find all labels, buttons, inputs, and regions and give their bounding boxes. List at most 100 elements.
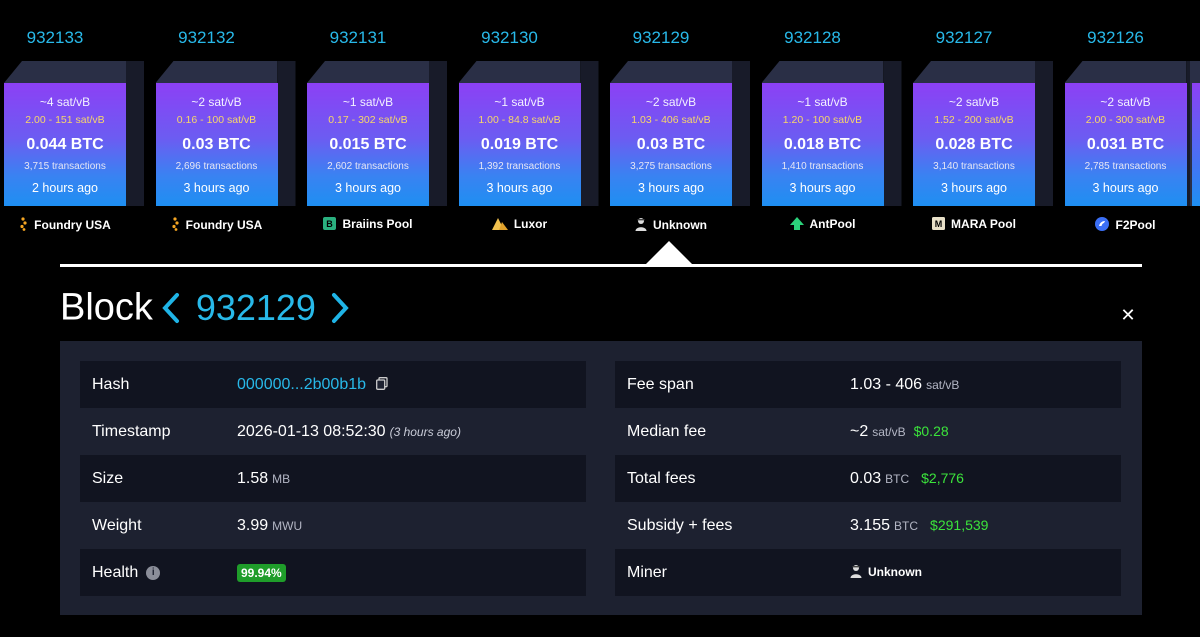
median-fee: ~2 sat/vB	[1100, 95, 1151, 109]
block-cube[interactable]: ~1 sat/vB 1.20 - 100 sat/vB 0.018 BTC 1,410…	[761, 83, 884, 206]
pool-link[interactable]: B Braiins Pool	[283, 217, 453, 233]
median-fee-usd: $0.28	[913, 423, 949, 439]
block-height-link[interactable]: 932127	[909, 28, 1019, 48]
time-ago: 3 hours ago	[183, 181, 250, 195]
total-fees-unit: BTC	[885, 472, 910, 486]
block-height-link[interactable]: 932130	[455, 28, 565, 48]
block-932128[interactable]: 932128 ~1 sat/vB 1.20 - 100 sat/vB 0.018 BT…	[758, 0, 902, 250]
total-fees-value-wrap: 0.03 BTC $2,776	[850, 455, 964, 503]
cube-top	[4, 61, 126, 83]
tx-count: 2,696 transactions	[175, 161, 258, 172]
total-fees-value: 0.03	[850, 470, 882, 487]
time-ago: 3 hours ago	[1092, 181, 1159, 195]
subsidy-value-wrap: 3.155 BTC $291,539	[850, 502, 988, 550]
median-fee-unit: sat/vB	[872, 425, 906, 439]
luxor-icon	[491, 218, 508, 233]
tx-count: 2,785 transactions	[1084, 161, 1167, 172]
next-block-edge-front	[1192, 83, 1200, 206]
cube-side	[1035, 61, 1053, 206]
total-fees: 0.015 BTC	[329, 136, 407, 153]
block-cube[interactable]: ~1 sat/vB 0.17 - 302 sat/vB 0.015 BTC 2,602…	[307, 83, 429, 206]
block-932127[interactable]: 932127 ~2 sat/vB 1.52 - 200 sat/vB 0.028 BT…	[909, 0, 1053, 250]
size-value: 1.58	[237, 470, 269, 487]
block-cube[interactable]: ~2 sat/vB 0.16 - 100 sat/vB 0.03 BTC 2,696 …	[155, 83, 278, 206]
block-932126[interactable]: 932126 ~2 sat/vB 2.00 - 300 sat/vB 0.031 BT…	[1061, 0, 1200, 250]
pool-link[interactable]: AntPool	[738, 217, 908, 233]
pool-name: F2Pool	[1115, 218, 1156, 232]
subsidy-usd: $291,539	[930, 517, 989, 533]
block-932132[interactable]: 932132 ~2 sat/vB 0.16 - 100 sat/vB 0.03 BTC…	[152, 0, 296, 250]
block-height-link[interactable]: 932129	[606, 28, 716, 48]
fee-span-unit: sat/vB	[926, 378, 960, 392]
block-cube[interactable]: ~1 sat/vB 1.00 - 84.8 sat/vB 0.019 BTC 1,39…	[458, 83, 581, 206]
pool-name: Braiins Pool	[342, 217, 413, 231]
weight-unit: MWU	[272, 519, 303, 533]
block-height-link[interactable]: 932131	[303, 28, 413, 48]
block-cube[interactable]: ~2 sat/vB 1.03 - 406 sat/vB 0.03 BTC 3,275 …	[610, 83, 732, 206]
pool-link[interactable]: Unknown	[586, 217, 756, 234]
hash-link[interactable]: 000000...2b00b1b	[237, 376, 366, 393]
pool-link[interactable]: Luxor	[435, 217, 605, 233]
subsidy-value: 3.155	[850, 517, 891, 534]
block-932129[interactable]: 932129 ~2 sat/vB 1.03 - 406 sat/vB 0.03 BTC…	[606, 0, 750, 250]
health-row: Health i 99.94%	[80, 549, 586, 596]
info-icon[interactable]: i	[146, 565, 161, 580]
weight-row: Weight 3.99 MWU	[80, 502, 586, 549]
total-fees-label: Total fees	[627, 470, 696, 487]
block-height-link[interactable]: 932128	[758, 28, 868, 48]
foundry-icon	[171, 217, 180, 234]
miner-row: Miner Unknown	[615, 549, 1121, 596]
block-height: 932129	[195, 287, 316, 328]
unknown-miner-icon	[850, 565, 862, 578]
pool-name: Luxor	[513, 217, 548, 231]
total-fees-usd: $2,776	[921, 470, 964, 486]
cube-top	[913, 61, 1035, 83]
miner-link[interactable]: Unknown	[868, 565, 922, 579]
block-cube[interactable]: ~2 sat/vB 1.52 - 200 sat/vB 0.028 BTC 3,140…	[913, 83, 1035, 206]
total-fees: 0.018 BTC	[783, 136, 862, 153]
cube-side	[732, 61, 750, 206]
total-fees-row: Total fees 0.03 BTC $2,776	[615, 455, 1121, 502]
tx-count: 3,140 transactions	[933, 161, 1015, 172]
close-button[interactable]: ✕	[1118, 305, 1138, 325]
health-label: Health	[92, 564, 139, 581]
foundry-icon	[19, 217, 28, 234]
hash-label: Hash	[92, 376, 130, 393]
total-fees: 0.028 BTC	[935, 136, 1013, 153]
page-heading: Block 932129	[60, 285, 354, 331]
fee-range: 1.03 - 406 sat/vB	[631, 114, 711, 126]
block-height-link[interactable]: 932132	[152, 28, 262, 48]
braiins-icon: B	[323, 217, 337, 233]
block-932131[interactable]: 932131 ~1 sat/vB 0.17 - 302 sat/vB 0.015 BT…	[303, 0, 447, 250]
median-fee: ~1 sat/vB	[494, 95, 545, 109]
next-block-button[interactable]	[328, 285, 354, 331]
f2pool-icon	[1095, 217, 1110, 234]
time-ago: 3 hours ago	[486, 181, 553, 195]
health-value-wrap: 99.94%	[237, 549, 286, 596]
pool-link[interactable]: Foundry USA	[132, 217, 302, 234]
block-932133[interactable]: 932133 ~4 sat/vB 2.00 - 151 sat/vB 0.044 BT…	[0, 0, 144, 250]
block-cube[interactable]: ~4 sat/vB 2.00 - 151 sat/vB 0.044 BTC 3,715…	[4, 83, 126, 206]
median-fee-value: ~2	[850, 423, 869, 440]
pool-link[interactable]: F2Pool	[1041, 217, 1200, 234]
block-cube[interactable]: ~2 sat/vB 2.00 - 300 sat/vB 0.031 BTC 2,785…	[1064, 83, 1187, 206]
total-fees: 0.03 BTC	[182, 136, 251, 153]
pool-link[interactable]: M MARA Pool	[889, 217, 1059, 233]
cube-top	[155, 61, 278, 83]
selected-block-pointer	[645, 241, 693, 265]
fee-range: 1.20 - 100 sat/vB	[782, 114, 863, 126]
prev-block-button[interactable]	[157, 285, 183, 331]
health-badge: 99.94%	[237, 563, 286, 582]
pool-name: MARA Pool	[951, 217, 1016, 231]
tx-count: 1,410 transactions	[781, 161, 864, 172]
tx-count: 2,602 transactions	[327, 161, 409, 172]
cube-side	[429, 61, 447, 206]
pool-link[interactable]: Foundry USA	[0, 217, 150, 234]
miner-label: Miner	[627, 564, 668, 581]
median-fee: ~2 sat/vB	[645, 95, 697, 109]
copy-icon[interactable]	[376, 377, 389, 390]
block-932130[interactable]: 932130 ~1 sat/vB 1.00 - 84.8 sat/vB 0.019 B…	[455, 0, 599, 250]
block-height-link[interactable]: 932126	[1061, 28, 1171, 48]
block-height-link[interactable]: 932133	[0, 28, 110, 48]
pool-name: Foundry USA	[34, 218, 111, 232]
